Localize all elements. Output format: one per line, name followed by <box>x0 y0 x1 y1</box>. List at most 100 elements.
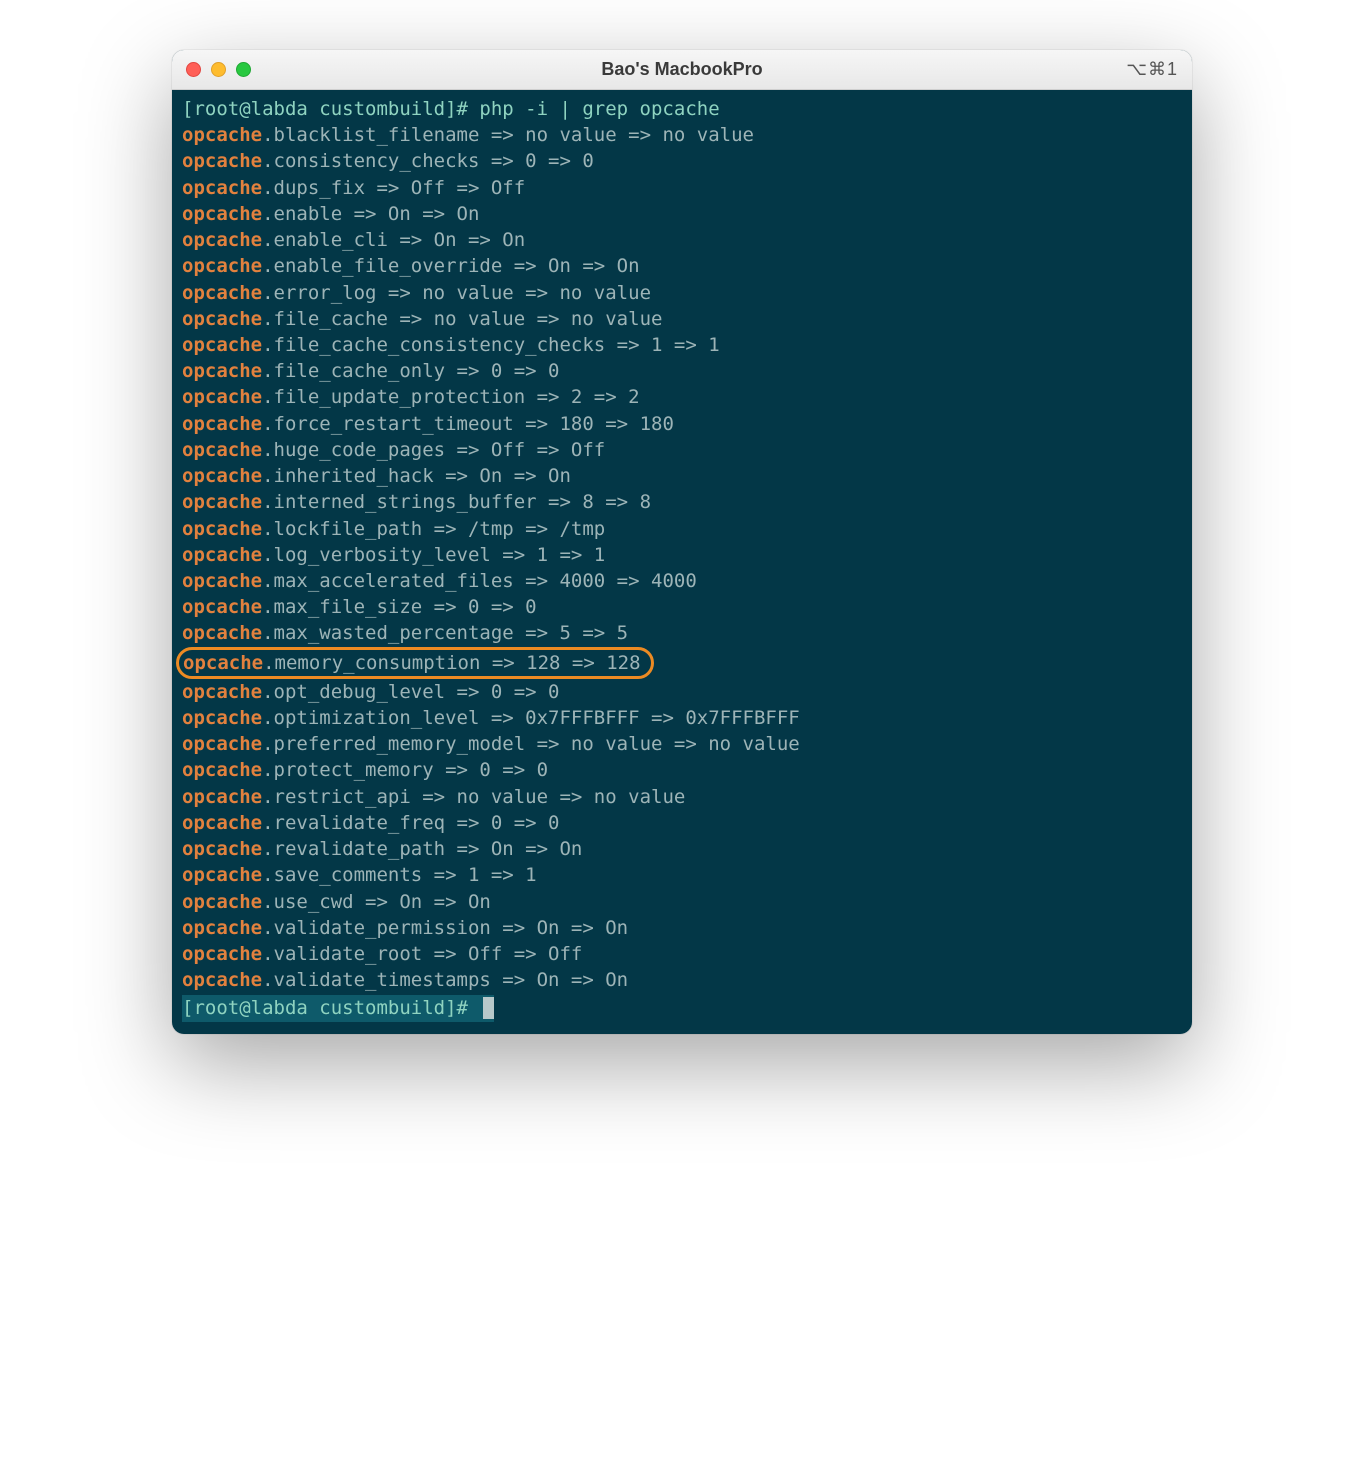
output-line: opcache.validate_root => Off => Off <box>182 941 1182 967</box>
opcache-value: .use_cwd => On => On <box>262 891 491 913</box>
opcache-value: .inherited_hack => On => On <box>262 465 571 487</box>
opcache-key: opcache <box>182 891 262 913</box>
output-line: opcache.revalidate_path => On => On <box>182 836 1182 862</box>
window-title: Bao's MacbookPro <box>172 59 1192 80</box>
opcache-value: .consistency_checks => 0 => 0 <box>262 150 594 172</box>
opcache-value: .preferred_memory_model => no value => n… <box>262 733 800 755</box>
opcache-value: .file_cache_consistency_checks => 1 => 1 <box>262 334 720 356</box>
opcache-value: .optimization_level => 0x7FFFBFFF => 0x7… <box>262 707 800 729</box>
opcache-key: opcache <box>182 439 262 461</box>
output-line: opcache.blacklist_filename => no value =… <box>182 122 1182 148</box>
opcache-key: opcache <box>182 733 262 755</box>
opcache-value: .file_update_protection => 2 => 2 <box>262 386 640 408</box>
terminal-body[interactable]: [root@labda custombuild]# php -i | grep … <box>172 90 1192 1034</box>
output-line: opcache.enable_file_override => On => On <box>182 253 1182 279</box>
opcache-value: .revalidate_freq => 0 => 0 <box>262 812 559 834</box>
output-line: opcache.log_verbosity_level => 1 => 1 <box>182 542 1182 568</box>
opcache-key: opcache <box>182 255 262 277</box>
opcache-key: opcache <box>182 360 262 382</box>
output-line: opcache.file_update_protection => 2 => 2 <box>182 384 1182 410</box>
opcache-value: .max_accelerated_files => 4000 => 4000 <box>262 570 697 592</box>
output-line: opcache.max_accelerated_files => 4000 =>… <box>182 568 1182 594</box>
output-line: opcache.protect_memory => 0 => 0 <box>182 757 1182 783</box>
output-line: opcache.preferred_memory_model => no val… <box>182 731 1182 757</box>
opcache-key: opcache <box>182 681 262 703</box>
output-line: opcache.max_file_size => 0 => 0 <box>182 594 1182 620</box>
output-line: opcache.optimization_level => 0x7FFFBFFF… <box>182 705 1182 731</box>
output-line: opcache.memory_consumption => 128 => 128 <box>182 647 1182 679</box>
opcache-value: .interned_strings_buffer => 8 => 8 <box>262 491 651 513</box>
output-line: opcache.consistency_checks => 0 => 0 <box>182 148 1182 174</box>
highlighted-line: opcache.memory_consumption => 128 => 128 <box>176 647 654 679</box>
opcache-key: opcache <box>182 786 262 808</box>
opcache-value: .validate_permission => On => On <box>262 917 628 939</box>
opcache-key: opcache <box>182 150 262 172</box>
output-line: opcache.save_comments => 1 => 1 <box>182 862 1182 888</box>
opcache-value: .protect_memory => 0 => 0 <box>262 759 548 781</box>
opcache-key: opcache <box>182 465 262 487</box>
opcache-key: opcache <box>182 838 262 860</box>
opcache-key: opcache <box>182 707 262 729</box>
output-line: opcache.dups_fix => Off => Off <box>182 175 1182 201</box>
opcache-key: opcache <box>182 570 262 592</box>
opcache-value: .huge_code_pages => Off => Off <box>262 439 605 461</box>
output-line: opcache.enable => On => On <box>182 201 1182 227</box>
opcache-key: opcache <box>182 282 262 304</box>
opcache-key: opcache <box>182 413 262 435</box>
opcache-value: .restrict_api => no value => no value <box>262 786 685 808</box>
opcache-key: opcache <box>182 518 262 540</box>
output-line: opcache.interned_strings_buffer => 8 => … <box>182 489 1182 515</box>
opcache-key: opcache <box>182 596 262 618</box>
opcache-key: opcache <box>182 124 262 146</box>
output-line: opcache.file_cache_only => 0 => 0 <box>182 358 1182 384</box>
output-line: opcache.restrict_api => no value => no v… <box>182 784 1182 810</box>
output-line: opcache.error_log => no value => no valu… <box>182 280 1182 306</box>
output-line: opcache.force_restart_timeout => 180 => … <box>182 411 1182 437</box>
opcache-key: opcache <box>182 969 262 991</box>
command-prompt-cursor: [root@labda custombuild]# <box>182 995 494 1021</box>
opcache-key: opcache <box>182 491 262 513</box>
cursor-icon <box>483 997 494 1019</box>
opcache-key: opcache <box>182 812 262 834</box>
opcache-value: .force_restart_timeout => 180 => 180 <box>262 413 674 435</box>
output-line: opcache.use_cwd => On => On <box>182 889 1182 915</box>
opcache-value: .memory_consumption => 128 => 128 <box>263 652 641 674</box>
opcache-key: opcache <box>182 308 262 330</box>
opcache-key: opcache <box>183 652 263 674</box>
opcache-key: opcache <box>182 759 262 781</box>
opcache-key: opcache <box>182 544 262 566</box>
opcache-key: opcache <box>182 177 262 199</box>
opcache-value: .max_file_size => 0 => 0 <box>262 596 537 618</box>
opcache-key: opcache <box>182 203 262 225</box>
output-line: opcache.enable_cli => On => On <box>182 227 1182 253</box>
titlebar: Bao's MacbookPro ⌥⌘1 <box>172 50 1192 90</box>
opcache-value: .enable => On => On <box>262 203 479 225</box>
opcache-key: opcache <box>182 943 262 965</box>
opcache-value: .file_cache => no value => no value <box>262 308 662 330</box>
opcache-key: opcache <box>182 917 262 939</box>
opcache-key: opcache <box>182 864 262 886</box>
opcache-value: .log_verbosity_level => 1 => 1 <box>262 544 605 566</box>
opcache-value: .save_comments => 1 => 1 <box>262 864 537 886</box>
output-line: opcache.validate_permission => On => On <box>182 915 1182 941</box>
output-line: opcache.inherited_hack => On => On <box>182 463 1182 489</box>
opcache-key: opcache <box>182 334 262 356</box>
opcache-key: opcache <box>182 229 262 251</box>
output-line: opcache.file_cache => no value => no val… <box>182 306 1182 332</box>
opcache-value: .revalidate_path => On => On <box>262 838 582 860</box>
output-line: opcache.huge_code_pages => Off => Off <box>182 437 1182 463</box>
opcache-key: opcache <box>182 386 262 408</box>
output-line: opcache.lockfile_path => /tmp => /tmp <box>182 516 1182 542</box>
opcache-value: .dups_fix => Off => Off <box>262 177 525 199</box>
opcache-key: opcache <box>182 622 262 644</box>
opcache-value: .enable_file_override => On => On <box>262 255 640 277</box>
output-line: opcache.opt_debug_level => 0 => 0 <box>182 679 1182 705</box>
output-line: opcache.validate_timestamps => On => On <box>182 967 1182 993</box>
output-line: opcache.max_wasted_percentage => 5 => 5 <box>182 620 1182 646</box>
opcache-value: .validate_root => Off => Off <box>262 943 582 965</box>
command-prompt: [root@labda custombuild]# php -i | grep … <box>182 96 1182 122</box>
opcache-value: .file_cache_only => 0 => 0 <box>262 360 559 382</box>
opcache-value: .lockfile_path => /tmp => /tmp <box>262 518 605 540</box>
output-line: opcache.revalidate_freq => 0 => 0 <box>182 810 1182 836</box>
opcache-value: .opt_debug_level => 0 => 0 <box>262 681 559 703</box>
